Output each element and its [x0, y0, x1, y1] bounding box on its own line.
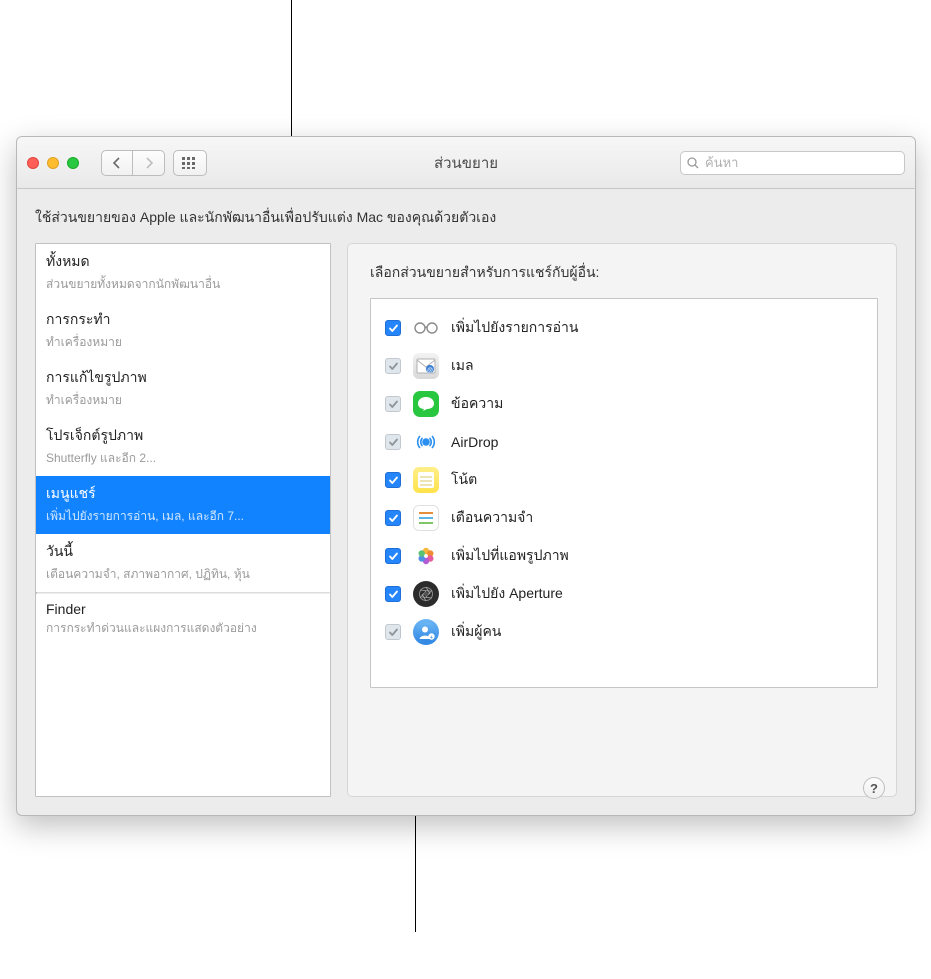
panel-heading: เลือกส่วนขยายสำหรับการแชร์กับผู้อื่น:: [370, 262, 878, 284]
intro-text: ใช้ส่วนขยายของ Apple และนักพัฒนาอื่นเพื่…: [17, 189, 915, 243]
nav-buttons: [101, 150, 165, 176]
minimize-window-button[interactable]: [47, 157, 59, 169]
forward-button[interactable]: [133, 150, 165, 176]
close-window-button[interactable]: [27, 157, 39, 169]
sidebar-item-subtitle: การกระทำด่วนและแผงการแสดงตัวอย่าง: [46, 619, 320, 638]
extension-label: เพิ่มไปยัง Aperture: [451, 583, 563, 605]
extension-label: ข้อความ: [451, 393, 503, 415]
airdrop-icon: [413, 429, 439, 455]
extension-label: เพิ่มไปยังรายการอ่าน: [451, 317, 579, 339]
extensions-list: เพิ่มไปยังรายการอ่าน @ เมลข้อความ AirDrop โน…: [370, 298, 878, 688]
sidebar-item-finder[interactable]: Finder การกระทำด่วนและแผงการแสดงตัวอย่าง: [36, 594, 330, 646]
extension-row: เตือนความจำ: [385, 499, 863, 537]
extension-row: @ เมล: [385, 347, 863, 385]
sidebar-item-photo-editing[interactable]: การแก้ไขรูปภาพ ทำเครื่องหมาย: [36, 360, 330, 418]
category-sidebar: ทั้งหมด ส่วนขยายทั้งหมดจากนักพัฒนาอื่น ก…: [35, 243, 331, 797]
search-field[interactable]: [680, 151, 905, 175]
back-button[interactable]: [101, 150, 133, 176]
extension-checkbox[interactable]: [385, 358, 401, 374]
messages-icon: [413, 391, 439, 417]
svg-text:+: +: [430, 635, 433, 641]
sidebar-item-actions[interactable]: การกระทำ ทำเครื่องหมาย: [36, 302, 330, 360]
sidebar-item-title: เมนูแชร์: [46, 483, 320, 505]
mail-icon: @: [413, 353, 439, 379]
extension-checkbox[interactable]: [385, 396, 401, 412]
sidebar-item-today[interactable]: วันนี้ เตือนความจำ, สภาพอากาศ, ปฏิทิน, ห…: [36, 534, 330, 592]
extension-checkbox[interactable]: [385, 320, 401, 336]
svg-text:@: @: [427, 368, 433, 374]
notes-icon: [413, 467, 439, 493]
show-all-button[interactable]: [173, 150, 207, 176]
help-button[interactable]: ?: [863, 777, 885, 799]
extension-label: เพิ่มผู้คน: [451, 621, 501, 643]
search-input[interactable]: [705, 155, 898, 170]
sidebar-item-subtitle: ทำเครื่องหมาย: [46, 391, 320, 410]
search-icon: [687, 157, 699, 169]
extension-row: เพิ่มไปยังรายการอ่าน: [385, 309, 863, 347]
zoom-window-button[interactable]: [67, 157, 79, 169]
aperture-icon: [413, 581, 439, 607]
extension-checkbox[interactable]: [385, 510, 401, 526]
extension-checkbox[interactable]: [385, 472, 401, 488]
sidebar-item-title: Finder: [46, 601, 320, 617]
window-controls: [27, 157, 79, 169]
sidebar-item-title: การแก้ไขรูปภาพ: [46, 367, 320, 389]
content-area: ทั้งหมด ส่วนขยายทั้งหมดจากนักพัฒนาอื่น ก…: [17, 243, 915, 815]
sidebar-item-photo-projects[interactable]: โปรเจ็กต์รูปภาพ Shutterfly และอีก 2...: [36, 418, 330, 476]
sidebar-item-title: วันนี้: [46, 541, 320, 563]
preferences-window: ส่วนขยาย ใช้ส่วนขยายของ Apple และนักพัฒน…: [16, 136, 916, 816]
extension-checkbox[interactable]: [385, 586, 401, 602]
reminders-icon: [413, 505, 439, 531]
extension-label: AirDrop: [451, 434, 498, 450]
sidebar-item-title: ทั้งหมด: [46, 251, 320, 273]
extension-row: โน้ต: [385, 461, 863, 499]
extension-checkbox[interactable]: [385, 434, 401, 450]
extension-label: เพิ่มไปที่แอพรูปภาพ: [451, 545, 569, 567]
extension-row: ข้อความ: [385, 385, 863, 423]
sidebar-item-subtitle: เตือนความจำ, สภาพอากาศ, ปฏิทิน, หุ้น: [46, 565, 320, 584]
sidebar-item-subtitle: Shutterfly และอีก 2...: [46, 449, 320, 468]
contacts-icon: +: [413, 619, 439, 645]
extension-checkbox[interactable]: [385, 548, 401, 564]
extension-row: + เพิ่มผู้คน: [385, 613, 863, 651]
sidebar-item-subtitle: ส่วนขยายทั้งหมดจากนักพัฒนาอื่น: [46, 275, 320, 294]
extension-label: โน้ต: [451, 469, 477, 491]
photos-icon: [413, 543, 439, 569]
sidebar-item-all[interactable]: ทั้งหมด ส่วนขยายทั้งหมดจากนักพัฒนาอื่น: [36, 244, 330, 302]
detail-panel: เลือกส่วนขยายสำหรับการแชร์กับผู้อื่น: เพ…: [347, 243, 897, 797]
extension-row: เพิ่มไปยัง Aperture: [385, 575, 863, 613]
extension-checkbox[interactable]: [385, 624, 401, 640]
glasses-icon: [413, 315, 439, 341]
extension-label: เตือนความจำ: [451, 507, 533, 529]
titlebar: ส่วนขยาย: [17, 137, 915, 189]
extension-label: เมล: [451, 355, 474, 377]
sidebar-item-title: การกระทำ: [46, 309, 320, 331]
extension-row: เพิ่มไปที่แอพรูปภาพ: [385, 537, 863, 575]
sidebar-item-subtitle: เพิ่มไปยังรายการอ่าน, เมล, และอีก 7...: [46, 507, 320, 526]
extension-row: AirDrop: [385, 423, 863, 461]
sidebar-item-subtitle: ทำเครื่องหมาย: [46, 333, 320, 352]
sidebar-item-share-menu[interactable]: เมนูแชร์ เพิ่มไปยังรายการอ่าน, เมล, และอ…: [36, 476, 330, 534]
sidebar-item-title: โปรเจ็กต์รูปภาพ: [46, 425, 320, 447]
